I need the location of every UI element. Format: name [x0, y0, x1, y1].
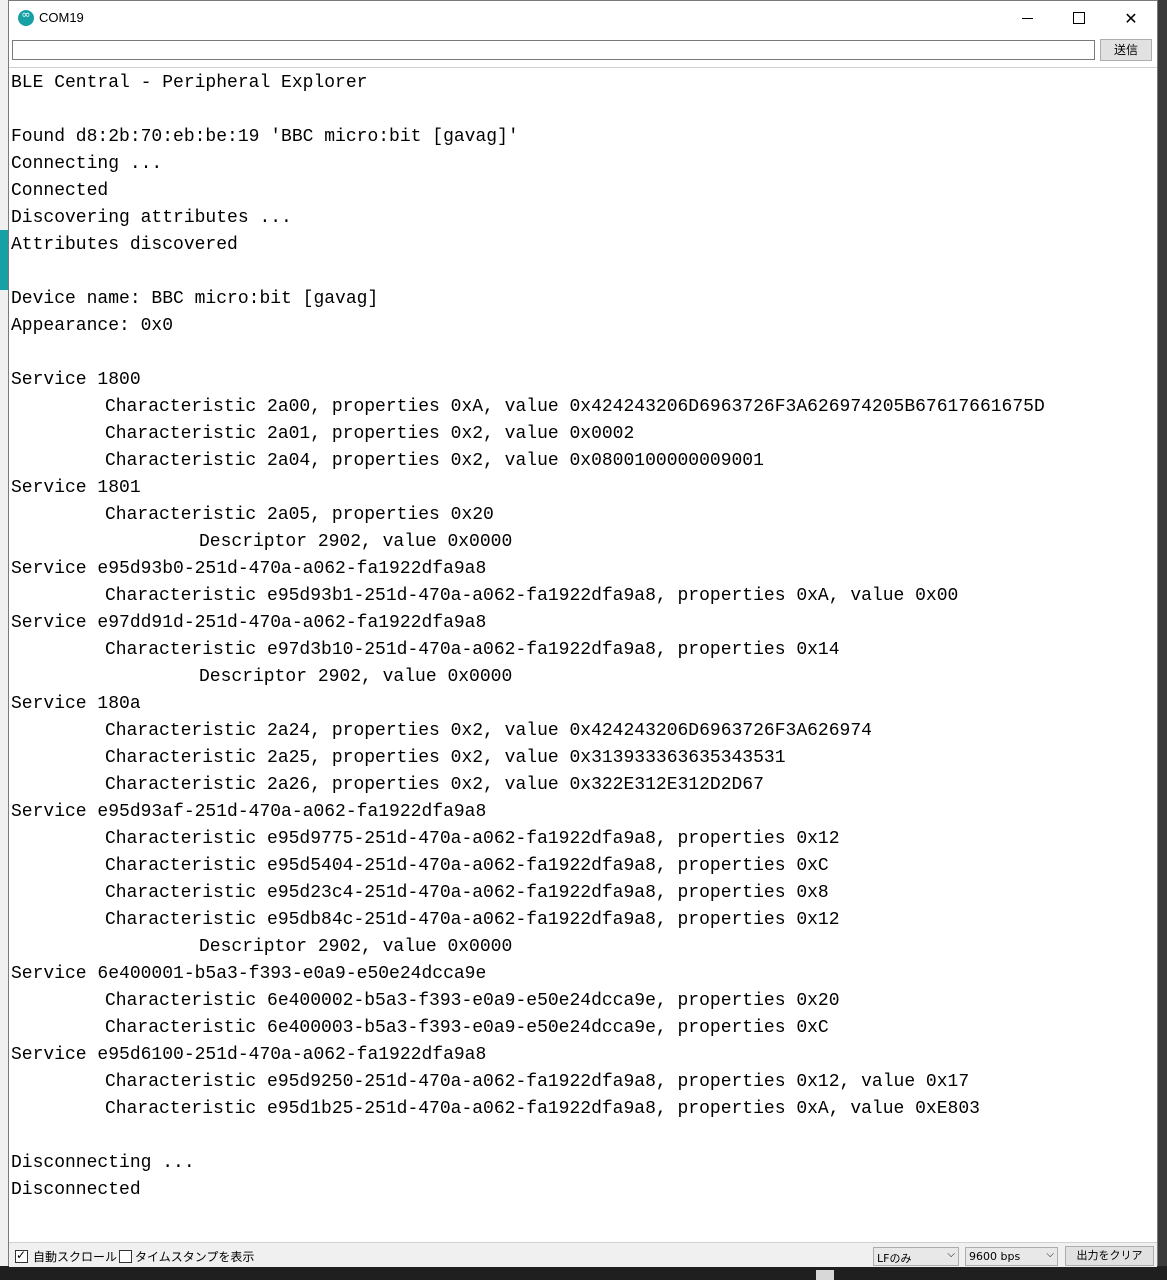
maximize-button[interactable]: [1056, 1, 1102, 35]
output-line: Disconnected: [11, 1180, 141, 1200]
output-line: Service e95d93b0-251d-470a-a062-fa1922df…: [11, 559, 487, 579]
autoscroll-label: 自動スクロール: [33, 1250, 118, 1264]
send-button[interactable]: 送信: [1100, 39, 1152, 61]
autoscroll-checkbox[interactable]: [15, 1248, 28, 1263]
output-line: Service e97dd91d-251d-470a-a062-fa1922df…: [11, 613, 487, 633]
title-bar[interactable]: COM19 ✕: [9, 1, 1157, 35]
serial-monitor-window: COM19 ✕ 送信 BLE Central - Peripheral Expl…: [8, 0, 1158, 1267]
minimize-button[interactable]: [1004, 1, 1050, 35]
output-line: Characteristic 2a00, properties 0xA, val…: [105, 397, 1045, 417]
output-line: Characteristic e95d23c4-251d-470a-a062-f…: [105, 883, 829, 903]
output-line: Service 1801: [11, 478, 141, 498]
maximize-icon: [1073, 12, 1085, 24]
output-line: Characteristic 6e400002-b5a3-f393-e0a9-e…: [105, 991, 840, 1011]
timestamp-label: タイムスタンプを表示: [135, 1250, 255, 1264]
output-line: Descriptor 2902, value 0x0000: [199, 532, 513, 552]
output-line: Discovering attributes ...: [11, 208, 292, 228]
minimize-icon: [1021, 17, 1033, 19]
output-line: Characteristic e95d1b25-251d-470a-a062-f…: [105, 1099, 980, 1119]
output-line: Characteristic 2a26, properties 0x2, val…: [105, 775, 764, 795]
baud-rate-select[interactable]: 9600 bps ⌵: [965, 1247, 1058, 1266]
output-line: Appearance: 0x0: [11, 316, 174, 336]
output-line: Characteristic e95d9775-251d-470a-a062-f…: [105, 829, 840, 849]
chevron-down-icon: ⌵: [947, 1249, 955, 1260]
output-line: Characteristic 2a24, properties 0x2, val…: [105, 721, 872, 741]
output-line: Characteristic 2a04, properties 0x2, val…: [105, 451, 764, 471]
output-line: Service 180a: [11, 694, 141, 714]
serial-output[interactable]: BLE Central - Peripheral Explorer Found d…: [9, 67, 1157, 1240]
close-button[interactable]: ✕: [1108, 1, 1154, 35]
output-line: Characteristic e95d5404-251d-470a-a062-f…: [105, 856, 829, 876]
send-row: 送信: [9, 37, 1157, 65]
send-input[interactable]: [12, 40, 1095, 60]
output-line: Characteristic e97d3b10-251d-470a-a062-f…: [105, 640, 840, 660]
output-line: Connecting ...: [11, 154, 163, 174]
output-line: Service e95d6100-251d-470a-a062-fa1922df…: [11, 1045, 487, 1065]
ide-scrollbar-thumb[interactable]: [816, 1270, 834, 1280]
chevron-down-icon: ⌵: [1046, 1249, 1054, 1260]
line-ending-select[interactable]: LFのみ ⌵: [873, 1247, 959, 1266]
line-ending-value: LFのみ: [877, 1252, 912, 1265]
ide-console-strip: [0, 1266, 1167, 1280]
output-line: Characteristic 2a05, properties 0x20: [105, 505, 494, 525]
output-line: Characteristic e95db84c-251d-470a-a062-f…: [105, 910, 840, 930]
output-line: Service e95d93af-251d-470a-a062-fa1922df…: [11, 802, 487, 822]
footer-bar: 自動スクロール タイムスタンプを表示 LFのみ ⌵ 9600 bps ⌵ 出力を…: [9, 1242, 1157, 1267]
output-line: Characteristic e95d9250-251d-470a-a062-f…: [105, 1072, 970, 1092]
arduino-icon: [18, 8, 34, 26]
output-line: Disconnecting ...: [11, 1153, 195, 1173]
output-line: Descriptor 2902, value 0x0000: [199, 667, 513, 687]
output-line: BLE Central - Peripheral Explorer: [11, 73, 368, 93]
output-line: Service 6e400001-b5a3-f393-e0a9-e50e24dc…: [11, 964, 487, 984]
output-line: Connected: [11, 181, 109, 201]
output-line: Characteristic 2a25, properties 0x2, val…: [105, 748, 786, 768]
timestamp-checkbox[interactable]: [119, 1250, 132, 1263]
close-icon: ✕: [1124, 8, 1138, 28]
output-line: Device name: BBC micro:bit [gavag]: [11, 289, 379, 309]
output-line: Characteristic 6e400003-b5a3-f393-e0a9-e…: [105, 1018, 829, 1038]
clear-output-button[interactable]: 出力をクリア: [1065, 1246, 1154, 1266]
window-title: COM19: [39, 10, 84, 25]
output-line: Characteristic e95d93b1-251d-470a-a062-f…: [105, 586, 959, 606]
output-line: Descriptor 2902, value 0x0000: [199, 937, 513, 957]
output-line: Service 1800: [11, 370, 141, 390]
baud-rate-value: 9600 bps: [969, 1250, 1021, 1263]
output-line: Found d8:2b:70:eb:be:19 'BBC micro:bit […: [11, 127, 519, 147]
output-line: Attributes discovered: [11, 235, 238, 255]
output-line: Characteristic 2a01, properties 0x2, val…: [105, 424, 635, 444]
